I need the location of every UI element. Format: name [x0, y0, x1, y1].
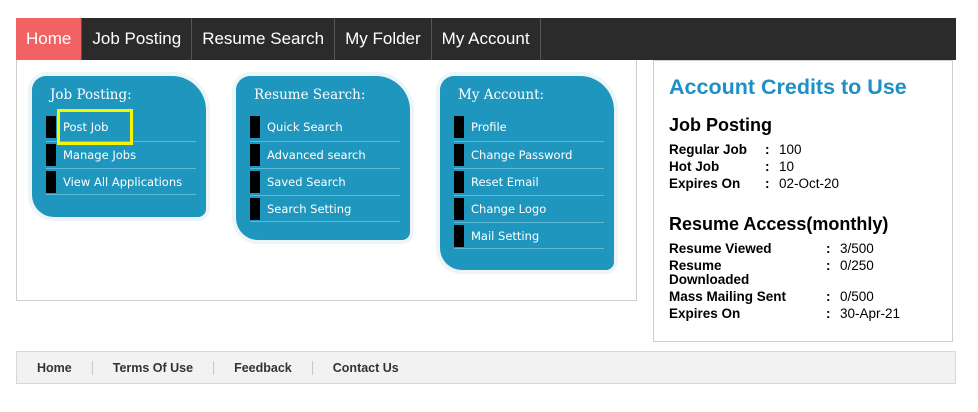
menu-item-label: Reset Email [471, 175, 539, 189]
colon: : [826, 289, 831, 304]
resume-expires-label: Expires On [669, 306, 741, 321]
menu-item-change-password[interactable]: Change Password [454, 141, 604, 168]
colon: : [765, 142, 770, 157]
bullet-bar [454, 116, 464, 138]
hot-job-label: Hot Job [669, 159, 720, 174]
bullet-bar [250, 171, 260, 193]
bullet-bar [250, 144, 260, 166]
bullet-bar [454, 171, 464, 193]
colon: : [826, 306, 831, 321]
colon: : [765, 176, 770, 191]
footer-link-feedback[interactable]: Feedback [213, 360, 312, 375]
resume-downloaded-label: Resume [669, 258, 722, 273]
menu-item-manage-jobs[interactable]: Manage Jobs [46, 141, 196, 168]
menu-item-change-logo[interactable]: Change Logo [454, 195, 604, 222]
credits-title: Account Credits to Use [669, 75, 907, 99]
menu-item-label: Profile [471, 120, 507, 134]
menu-item-quick-search[interactable]: Quick Search [250, 114, 400, 141]
menu-item-advanced-search[interactable]: Advanced search [250, 141, 400, 168]
menu-item-label: Manage Jobs [63, 148, 137, 162]
my-account-menu: My Account: Profile Change Password Rese… [440, 76, 614, 270]
menu-item-saved-search[interactable]: Saved Search [250, 168, 400, 195]
resume-viewed-value: 3/500 [840, 241, 874, 256]
footer: Home Terms Of Use Feedback Contact Us [16, 351, 956, 384]
footer-link-terms-of-use[interactable]: Terms Of Use [91, 360, 213, 375]
colon: : [826, 241, 831, 256]
resume-search-menu: Resume Search: Quick Search Advanced sea… [236, 76, 410, 240]
menu-item-profile[interactable]: Profile [454, 114, 604, 141]
mass-mailing-label: Mass Mailing Sent [669, 289, 787, 304]
menu-item-label: Change Logo [471, 202, 547, 216]
top-navigation: Home Job Posting Resume Search My Folder… [16, 18, 956, 60]
bullet-bar [46, 116, 56, 138]
menu-item-label: Advanced search [267, 148, 366, 162]
job-posting-heading: Job Posting [669, 115, 772, 135]
regular-job-label: Regular Job [669, 142, 748, 157]
menu-item-view-all-applications[interactable]: View All Applications [46, 168, 196, 195]
bullet-bar [250, 116, 260, 138]
resume-search-menu-title: Resume Search: [254, 87, 366, 103]
menu-item-reset-email[interactable]: Reset Email [454, 168, 604, 195]
menu-item-search-setting[interactable]: Search Setting [250, 195, 400, 222]
regular-job-value: 100 [779, 142, 802, 157]
highlight-box [57, 109, 133, 145]
resume-expires-value: 30-Apr-21 [840, 306, 901, 321]
footer-link-home[interactable]: Home [17, 361, 92, 375]
menu-item-label: Change Password [471, 148, 573, 162]
nav-my-folder[interactable]: My Folder [335, 18, 432, 60]
bullet-bar [454, 225, 464, 247]
my-account-menu-title: My Account: [458, 87, 545, 103]
hot-job-value: 10 [779, 159, 795, 174]
nav-job-posting[interactable]: Job Posting [82, 18, 193, 60]
menu-item-label: Search Setting [267, 202, 352, 216]
mass-mailing-value: 0/500 [840, 289, 874, 304]
resume-downloaded-label-2: Downloaded [669, 272, 750, 287]
job-posting-menu-title: Job Posting: [50, 87, 132, 103]
bullet-bar [46, 171, 56, 193]
job-expires-label: Expires On [669, 176, 741, 191]
colon: : [765, 159, 770, 174]
menu-item-label: Mail Setting [471, 229, 540, 243]
resume-viewed-label: Resume Viewed [669, 241, 772, 256]
nav-home[interactable]: Home [16, 18, 83, 60]
resume-access-heading: Resume Access(monthly) [669, 214, 889, 234]
menu-item-label: Saved Search [267, 175, 346, 189]
job-posting-menu: Job Posting: Post Job Manage Jobs View A… [32, 76, 206, 217]
nav-my-account[interactable]: My Account [432, 18, 541, 60]
colon: : [826, 258, 831, 273]
resume-downloaded-value: 0/250 [840, 258, 874, 273]
job-expires-value: 02-Oct-20 [779, 176, 840, 191]
account-credits-panel: Account Credits to Use Job Posting Regul… [653, 60, 953, 342]
bullet-bar [454, 144, 464, 166]
bullet-bar [46, 144, 56, 166]
menu-item-label: Quick Search [267, 120, 343, 134]
nav-resume-search[interactable]: Resume Search [192, 18, 336, 60]
menu-item-mail-setting[interactable]: Mail Setting [454, 222, 604, 249]
bullet-bar [250, 198, 260, 220]
menu-item-label: View All Applications [63, 175, 183, 189]
bullet-bar [454, 198, 464, 220]
footer-link-contact-us[interactable]: Contact Us [311, 360, 419, 375]
